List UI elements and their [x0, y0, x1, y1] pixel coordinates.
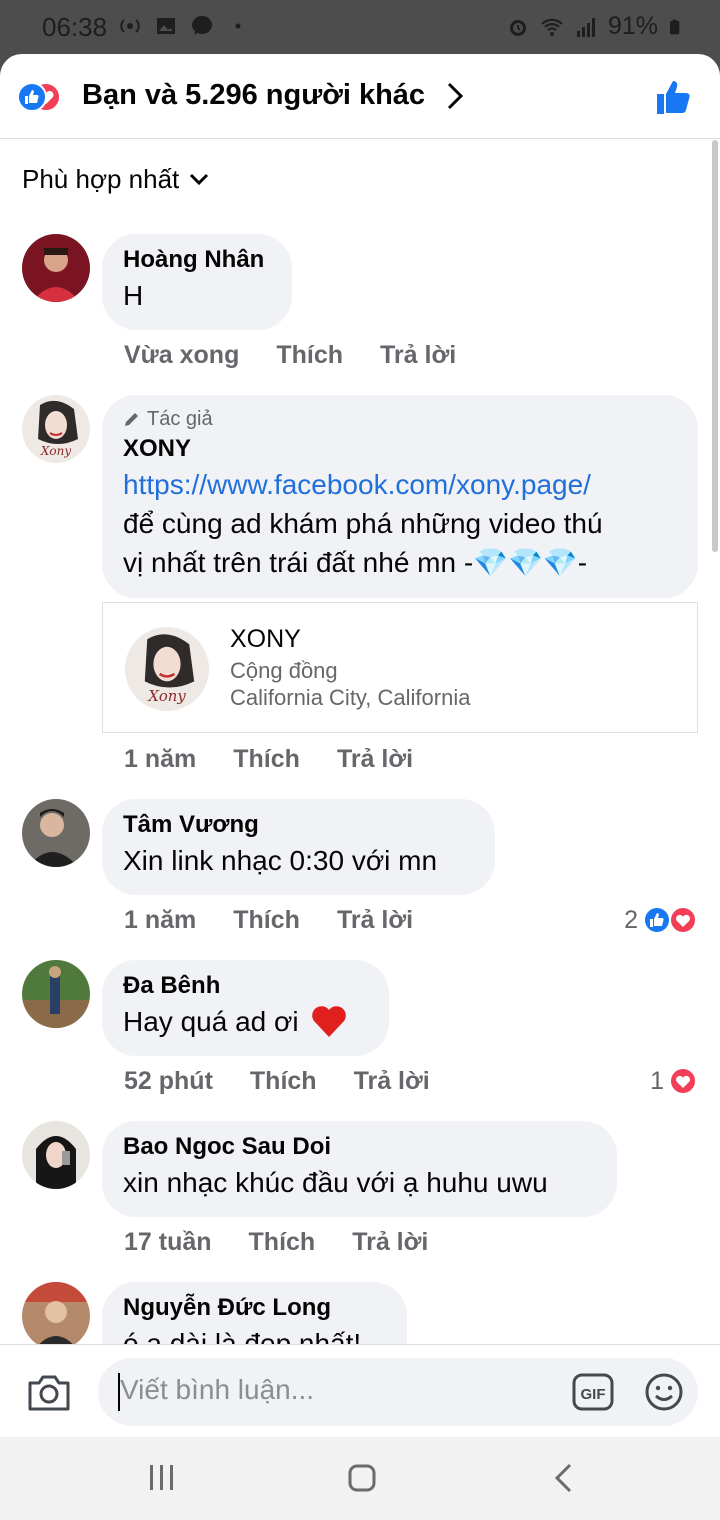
status-system-icons: 91%: [506, 12, 684, 41]
signal-icon: [576, 17, 595, 37]
status-time: 06:38: [42, 12, 108, 42]
emoji-icon[interactable]: [644, 1372, 684, 1412]
preview-avatar: Xony: [125, 627, 209, 711]
comment-bubble[interactable]: Tâm Vương Xin link nhạc 0:30 với mn: [102, 799, 495, 895]
comment-author[interactable]: XONY: [123, 433, 676, 465]
reaction-count: 1: [650, 1066, 664, 1095]
dot-icon: [235, 23, 241, 29]
comment-author[interactable]: Hoàng Nhân: [123, 244, 270, 276]
chevron-right-icon[interactable]: [444, 80, 466, 112]
comment-bubble[interactable]: Tác giả XONY https://www.facebook.com/xo…: [102, 395, 698, 598]
author-badge: Tác giả: [123, 405, 676, 433]
avatar[interactable]: [22, 1121, 90, 1189]
back-icon[interactable]: [552, 1463, 576, 1493]
pencil-icon: [125, 413, 138, 426]
svg-text:Xony: Xony: [40, 444, 71, 458]
status-bar: 06:38 91%: [0, 0, 720, 54]
comment-actions: 1 năm Thích Trả lời: [124, 745, 450, 774]
comment-time: 17 tuần: [124, 1228, 212, 1256]
love-reaction-icon: [669, 1067, 697, 1095]
reply-comment-button[interactable]: Trả lời: [352, 1228, 428, 1257]
reaction-count: 2: [624, 905, 638, 934]
comment-input[interactable]: Viết bình luận... GIF: [98, 1358, 698, 1426]
gallery-icon: [157, 18, 175, 34]
comment-reactions[interactable]: 2: [624, 905, 698, 935]
comment-reactions[interactable]: 1: [650, 1066, 698, 1096]
comment-actions: 1 năm Thích Trả lời: [124, 906, 450, 935]
sort-dropdown[interactable]: Phù hợp nhất: [22, 164, 209, 195]
sort-label: Phù hợp nhất: [22, 164, 180, 194]
comment-time: Vừa xong: [124, 341, 240, 369]
system-navigation-bar: [0, 1437, 720, 1520]
chevron-down-icon: [190, 173, 209, 185]
author-tag-label: Tác giả: [147, 408, 213, 430]
avatar[interactable]: [22, 1282, 90, 1350]
comment-bubble[interactable]: Đa Bênh Hay quá ad ơi: [102, 960, 389, 1056]
reactions-header[interactable]: Bạn và 5.296 người khác: [0, 54, 720, 139]
like-comment-button[interactable]: Thích: [250, 1067, 317, 1096]
home-icon[interactable]: [347, 1463, 377, 1493]
avatar[interactable]: Xony: [22, 395, 90, 463]
preview-location: California City, California: [230, 685, 471, 710]
scrollbar[interactable]: [712, 140, 718, 552]
like-love-reactions-icon: [18, 82, 61, 112]
comments-sheet: Bạn và 5.296 người khác Phù hợp nhất Hoà…: [0, 54, 720, 1437]
reactions-summary[interactable]: Bạn và 5.296 người khác: [82, 79, 425, 112]
svg-text:Xony: Xony: [147, 688, 186, 705]
camera-icon[interactable]: [26, 1373, 72, 1413]
like-comment-button[interactable]: Thích: [233, 745, 300, 774]
comment-time: 1 năm: [124, 745, 197, 773]
comment-actions: 52 phút Thích Trả lời: [124, 1067, 467, 1096]
comment-author[interactable]: Đa Bênh: [123, 970, 367, 1002]
wifi-icon: [541, 18, 563, 36]
comment-link[interactable]: https://www.facebook.com/xony.page/: [123, 465, 676, 504]
comment-text-row: Hay quá ad ơi: [123, 1002, 367, 1041]
comment-input-placeholder: Viết bình luận...: [120, 1374, 315, 1405]
comment-text: xin nhạc khúc đầu với ạ huhu uwu: [123, 1167, 548, 1198]
comment-text: Xin link nhạc 0:30 với mn: [123, 845, 438, 876]
reply-comment-button[interactable]: Trả lời: [337, 906, 413, 935]
comment-text: Hay quá ad ơi: [123, 1006, 299, 1037]
reply-comment-button[interactable]: Trả lời: [354, 1067, 430, 1096]
like-comment-button[interactable]: Thích: [249, 1228, 316, 1257]
heart-emoji-icon: [312, 1006, 347, 1037]
alarm-icon: [509, 19, 526, 36]
comment-composer: Viết bình luận... GIF: [0, 1344, 720, 1437]
preview-category: Cộng đồng: [230, 658, 338, 683]
gif-icon[interactable]: GIF: [572, 1373, 614, 1411]
battery-percent: 91%: [607, 12, 658, 40]
comment-actions: 17 tuần Thích Trả lời: [124, 1228, 465, 1257]
preview-title: XONY: [230, 625, 301, 653]
hotspot-icon: [120, 19, 140, 33]
like-comment-button[interactable]: Thích: [276, 341, 343, 370]
status-notification-icons: [118, 14, 250, 38]
battery-icon: [670, 19, 680, 34]
avatar[interactable]: [22, 234, 90, 302]
comment-text-line: vị nhất trên trái đất nhé mn -💎💎💎-: [123, 547, 588, 578]
link-preview-card[interactable]: Xony XONY Cộng đồng California City, Cal…: [102, 602, 698, 733]
comment-actions: Vừa xong Thích Trả lời: [124, 341, 493, 370]
like-comment-button[interactable]: Thích: [233, 906, 300, 935]
messenger-icon: [192, 16, 213, 35]
comment-author[interactable]: Tâm Vương: [123, 809, 473, 841]
comment-time: 52 phút: [124, 1067, 213, 1095]
comment-time: 1 năm: [124, 906, 197, 934]
reply-comment-button[interactable]: Trả lời: [337, 745, 413, 774]
gif-label: GIF: [581, 1386, 606, 1403]
comment-bubble[interactable]: Hoàng Nhân H: [102, 234, 292, 330]
comment-author[interactable]: Bao Ngoc Sau Doi: [123, 1131, 595, 1163]
avatar[interactable]: [22, 960, 90, 1028]
comment-text-line: để cùng ad khám phá những video thú: [123, 508, 603, 539]
reply-comment-button[interactable]: Trả lời: [380, 341, 456, 370]
avatar[interactable]: [22, 799, 90, 867]
recent-apps-icon[interactable]: [147, 1463, 177, 1493]
comment-author[interactable]: Nguyễn Đức Long: [123, 1292, 385, 1324]
comment-bubble[interactable]: Bao Ngoc Sau Doi xin nhạc khúc đầu với ạ…: [102, 1121, 617, 1217]
comment-text: H: [123, 280, 144, 311]
like-love-reactions-icon: [643, 906, 697, 934]
like-button-icon[interactable]: [655, 78, 693, 116]
